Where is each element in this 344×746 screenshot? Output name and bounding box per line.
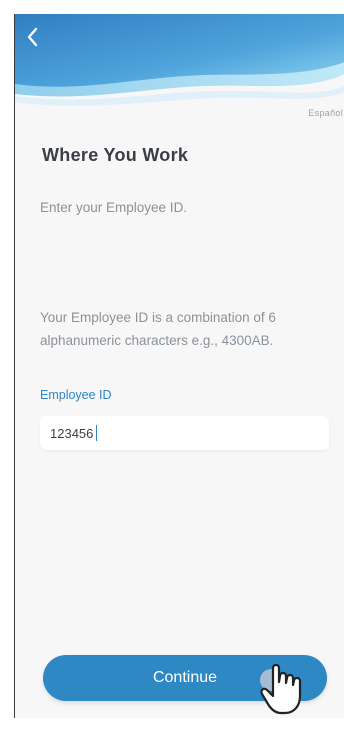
tap-hand-cursor-icon (260, 663, 302, 715)
employee-id-input[interactable] (40, 416, 320, 450)
employee-id-help-text: Your Employee ID is a combination of 6 a… (40, 310, 276, 348)
text-cursor (96, 425, 97, 441)
page-subtitle: Enter your Employee ID. (40, 200, 188, 215)
language-toggle-link[interactable]: Español (308, 108, 343, 118)
page-title: Where You Work (42, 145, 189, 165)
app-screen: Español Where You Work Enter your Employ… (14, 14, 344, 718)
back-chevron-icon[interactable] (21, 24, 47, 50)
employee-id-label: Employee ID (40, 388, 112, 402)
employee-id-field-container (40, 416, 329, 450)
wave-header (15, 14, 344, 114)
